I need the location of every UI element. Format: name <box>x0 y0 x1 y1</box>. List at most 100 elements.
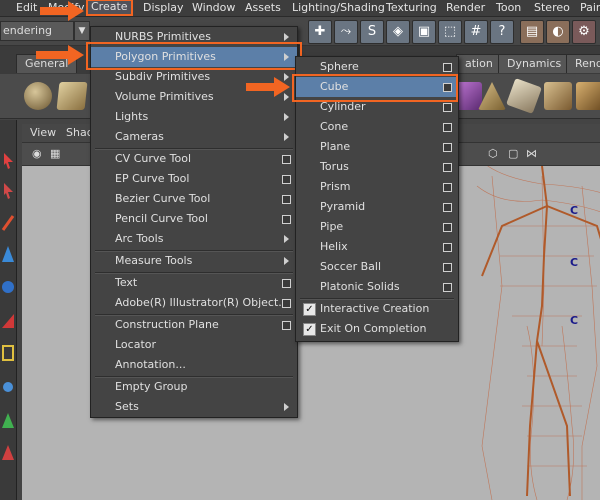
mode-selector[interactable]: endering <box>0 21 74 41</box>
select-tool-icon[interactable] <box>0 150 16 172</box>
option-box-icon[interactable] <box>443 183 452 192</box>
extrude-icon[interactable] <box>544 82 572 110</box>
menu-item-annotation[interactable]: Annotation... <box>91 355 297 375</box>
menu-item-locator[interactable]: Locator <box>91 335 297 355</box>
menu-assets[interactable]: Assets <box>245 0 281 16</box>
option-box-icon[interactable] <box>443 203 452 212</box>
option-box-icon[interactable] <box>443 123 452 132</box>
menu-item-adobe-illustrator-object[interactable]: Adobe(R) Illustrator(R) Object... <box>91 293 297 313</box>
main-menu-bar: Edit Modify Create Display Window Assets… <box>0 0 600 17</box>
soft-mod-icon[interactable] <box>0 376 16 398</box>
bookmark-icon[interactable]: ▦ <box>50 147 60 160</box>
move-tool-icon[interactable] <box>0 244 16 266</box>
menu-item-pencil-curve-tool[interactable]: Pencil Curve Tool <box>91 209 297 229</box>
rotate-tool-icon[interactable] <box>0 276 16 298</box>
option-box-icon[interactable] <box>443 103 452 112</box>
manipulator-icon[interactable] <box>0 342 16 364</box>
render-settings-icon[interactable]: ⚙ <box>572 20 596 44</box>
render-view-icon[interactable]: ◐ <box>546 20 570 44</box>
share-icon[interactable]: ⋈ <box>526 147 537 160</box>
option-box-icon[interactable] <box>282 175 291 184</box>
panel-menu-view[interactable]: View <box>30 126 56 139</box>
menu-item-helix[interactable]: Helix <box>296 237 458 257</box>
menu-item-soccer-ball[interactable]: Soccer Ball <box>296 257 458 277</box>
menu-item-interactive-creation[interactable]: ✓ Interactive Creation <box>296 299 458 319</box>
menu-item-bezier-curve-tool[interactable]: Bezier Curve Tool <box>91 189 297 209</box>
tab-animation[interactable]: ation <box>456 54 502 73</box>
shaded-icon[interactable]: ▢ <box>508 147 518 160</box>
snap-grid-icon[interactable]: ✚ <box>308 20 332 44</box>
menu-item-cv-curve-tool[interactable]: CV Curve Tool <box>91 149 297 169</box>
layout-icon[interactable] <box>0 442 16 464</box>
menu-display[interactable]: Display <box>143 0 184 16</box>
option-box-icon[interactable] <box>443 63 452 72</box>
option-box-icon[interactable] <box>282 321 291 330</box>
bevel-icon[interactable] <box>576 82 600 110</box>
mode-dropdown-arrow[interactable]: ▼ <box>74 21 90 41</box>
option-box-icon[interactable] <box>443 143 452 152</box>
lasso-tool-icon[interactable] <box>0 180 16 202</box>
sphere-icon[interactable] <box>24 82 52 110</box>
submenu-arrow-icon <box>284 403 289 411</box>
menu-item-exit-on-completion[interactable]: ✓ Exit On Completion <box>296 319 458 339</box>
menu-item-pyramid[interactable]: Pyramid <box>296 197 458 217</box>
wireframe-icon[interactable]: ⬡ <box>488 147 498 160</box>
menu-lighting-shading[interactable]: Lighting/Shading <box>292 0 385 16</box>
ipr-render-icon[interactable]: ▤ <box>520 20 544 44</box>
menu-render[interactable]: Render <box>446 0 485 16</box>
menu-item-torus[interactable]: Torus <box>296 157 458 177</box>
submenu-arrow-icon <box>284 133 289 141</box>
menu-edit[interactable]: Edit <box>16 0 37 16</box>
arrow-to-polygon-primitives-icon <box>36 45 84 65</box>
menu-item-empty-group[interactable]: Empty Group <box>91 377 297 397</box>
paint-tool-icon[interactable] <box>0 212 16 234</box>
last-tool-icon[interactable] <box>0 410 16 432</box>
option-box-icon[interactable] <box>282 215 291 224</box>
menu-item-plane[interactable]: Plane <box>296 137 458 157</box>
menu-item-lights[interactable]: Lights <box>91 107 297 127</box>
plane-icon[interactable] <box>506 78 542 114</box>
snap-live-icon[interactable]: ▣ <box>412 20 436 44</box>
option-box-icon[interactable] <box>443 243 452 252</box>
option-box-icon[interactable] <box>282 299 291 308</box>
menu-texturing[interactable]: Texturing <box>386 0 437 16</box>
option-box-icon[interactable] <box>443 163 452 172</box>
snap-plane-icon[interactable]: ◈ <box>386 20 410 44</box>
camera-icon[interactable]: ◉ <box>32 147 42 160</box>
tab-dynamics[interactable]: Dynamics <box>498 54 571 73</box>
menu-toon[interactable]: Toon <box>496 0 521 16</box>
snap-point-icon[interactable]: S <box>360 20 384 44</box>
scale-tool-icon[interactable] <box>0 310 16 332</box>
checkbox-checked-icon[interactable]: ✓ <box>303 303 316 316</box>
snap-view-icon[interactable]: ⬚ <box>438 20 462 44</box>
menu-window[interactable]: Window <box>192 0 235 16</box>
tab-rendering[interactable]: Rend <box>566 54 600 73</box>
menu-item-pipe[interactable]: Pipe <box>296 217 458 237</box>
snap-curve-icon[interactable]: ⤳ <box>334 20 358 44</box>
menu-item-prism[interactable]: Prism <box>296 177 458 197</box>
menu-create[interactable]: Create <box>86 0 133 16</box>
menu-item-ep-curve-tool[interactable]: EP Curve Tool <box>91 169 297 189</box>
option-box-icon[interactable] <box>282 155 291 164</box>
menu-item-text[interactable]: Text <box>91 273 297 293</box>
menu-stereo[interactable]: Stereo <box>534 0 570 16</box>
grid-toggle-icon[interactable]: # <box>464 20 488 44</box>
help-icon[interactable]: ? <box>490 20 514 44</box>
option-box-icon[interactable] <box>443 223 452 232</box>
pyramid-icon[interactable] <box>478 82 506 110</box>
menu-item-sets[interactable]: Sets <box>91 397 297 417</box>
option-box-icon[interactable] <box>282 279 291 288</box>
option-box-icon[interactable] <box>282 195 291 204</box>
option-box-icon[interactable] <box>443 263 452 272</box>
menu-item-platonic-solids[interactable]: Platonic Solids <box>296 277 458 297</box>
submenu-arrow-icon <box>284 33 289 41</box>
cube-icon[interactable] <box>56 82 88 110</box>
menu-item-cone[interactable]: Cone <box>296 117 458 137</box>
menu-item-cameras[interactable]: Cameras <box>91 127 297 147</box>
menu-item-construction-plane[interactable]: Construction Plane <box>91 315 297 335</box>
menu-paint[interactable]: Pain <box>580 0 600 16</box>
menu-item-arc-tools[interactable]: Arc Tools <box>91 229 297 249</box>
checkbox-checked-icon[interactable]: ✓ <box>303 323 316 336</box>
menu-item-measure-tools[interactable]: Measure Tools <box>91 251 297 271</box>
option-box-icon[interactable] <box>443 283 452 292</box>
